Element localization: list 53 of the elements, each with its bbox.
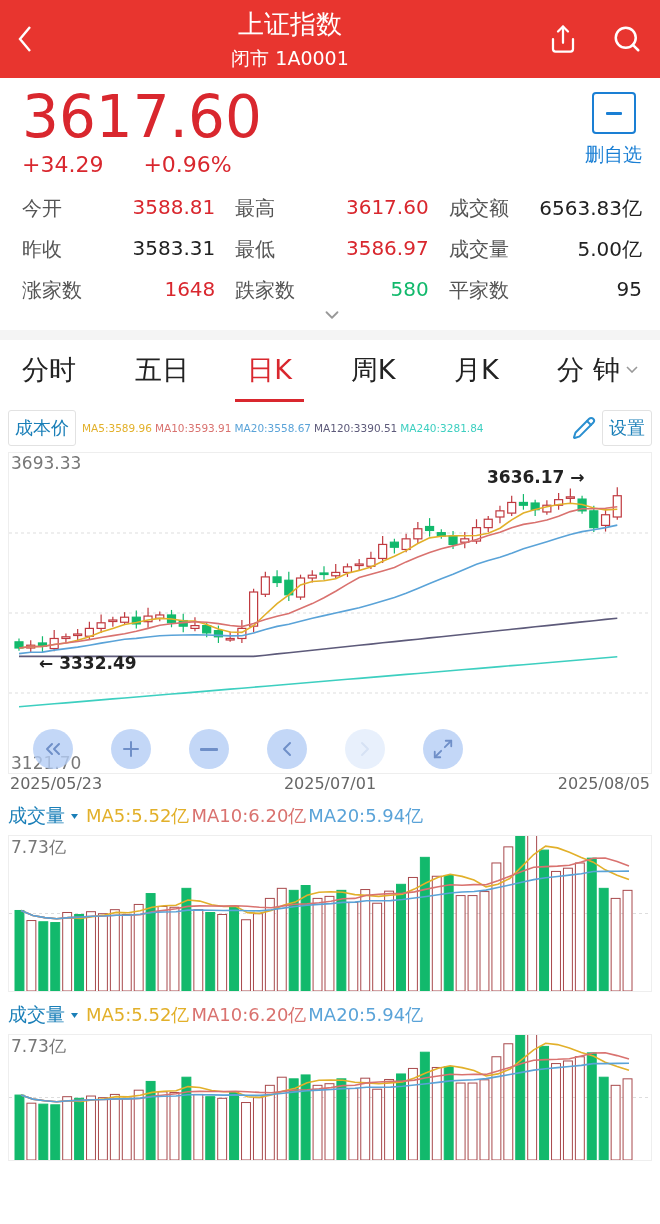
moving-average-value: MA20:3558.67: [234, 422, 311, 434]
stat-label: 涨家数: [22, 277, 82, 304]
stat-value: 580: [390, 277, 429, 303]
stat-value: 3583.31: [132, 236, 216, 262]
cost-price-button[interactable]: 成本价: [8, 410, 76, 446]
moving-average-value: MA10:3593.91: [154, 422, 232, 434]
low-price-note: ← 3332.49: [39, 653, 137, 673]
moving-average-value: MA120:3390.51: [314, 422, 398, 434]
volume-label[interactable]: 成交量: [8, 803, 65, 829]
stat-value: 5.00亿: [577, 236, 642, 263]
stat-value: 1648: [164, 277, 216, 303]
moving-average-value: MA240:3281.84: [400, 422, 484, 434]
volume-label[interactable]: 成交量: [8, 1002, 65, 1028]
axis-max-label: 7.73亿: [11, 1035, 66, 1058]
period-tab[interactable]: 周K: [338, 340, 408, 402]
stat-label: 跌家数: [235, 277, 296, 304]
stat-value: 3588.81: [132, 195, 216, 221]
price: 3617.60: [22, 88, 262, 146]
page-title: 上证指数: [238, 7, 342, 41]
period-tab[interactable]: 五日: [122, 340, 201, 402]
stat-value: 95: [616, 277, 642, 303]
axis-max-label: 3693.33: [11, 453, 82, 473]
percent-change: +0.96%: [143, 152, 232, 177]
axis-min-label: 3121.70: [11, 753, 82, 773]
date-label: 2025/05/23: [10, 774, 103, 793]
volume-average-value: MA5:5.52亿: [86, 1003, 190, 1027]
remove-watchlist-label[interactable]: 删自选: [585, 142, 642, 168]
date-label: 2025/08/05: [557, 774, 650, 793]
axis-max-label: 7.73亿: [11, 836, 66, 859]
stat-label: 最低: [235, 236, 276, 263]
price-change: +34.29: [22, 152, 104, 177]
stat-value: 3617.60: [345, 195, 429, 221]
volume-average-value: MA20:5.94亿: [308, 804, 424, 828]
stat-value: 3586.97: [345, 236, 429, 262]
settings-button[interactable]: 设置: [602, 410, 652, 446]
stat-label: 平家数: [448, 277, 509, 304]
stat-label: 成交额: [448, 195, 509, 222]
volume-average-value: MA10:6.20亿: [191, 804, 307, 828]
page-subtitle: 闭市 1A0001: [231, 45, 349, 71]
volume-average-value: MA5:5.52亿: [86, 804, 190, 828]
volume-average-value: MA20:5.94亿: [308, 1003, 424, 1027]
period-tab[interactable]: 分时: [10, 340, 88, 402]
period-tab[interactable]: 分 钟: [545, 340, 650, 402]
high-price-note: 3636.17 →: [487, 467, 585, 487]
period-tab[interactable]: 月K: [442, 340, 511, 402]
stat-value: 6563.83亿: [539, 195, 642, 222]
stat-label: 今开: [22, 195, 62, 222]
stat-label: 成交量: [448, 236, 509, 263]
date-label: 2025/07/01: [283, 774, 377, 793]
moving-average-value: MA5:3589.96: [82, 422, 152, 434]
stat-label: 昨收: [22, 236, 62, 263]
stat-label: 最高: [235, 195, 276, 222]
volume-average-value: MA10:6.20亿: [191, 1003, 307, 1027]
